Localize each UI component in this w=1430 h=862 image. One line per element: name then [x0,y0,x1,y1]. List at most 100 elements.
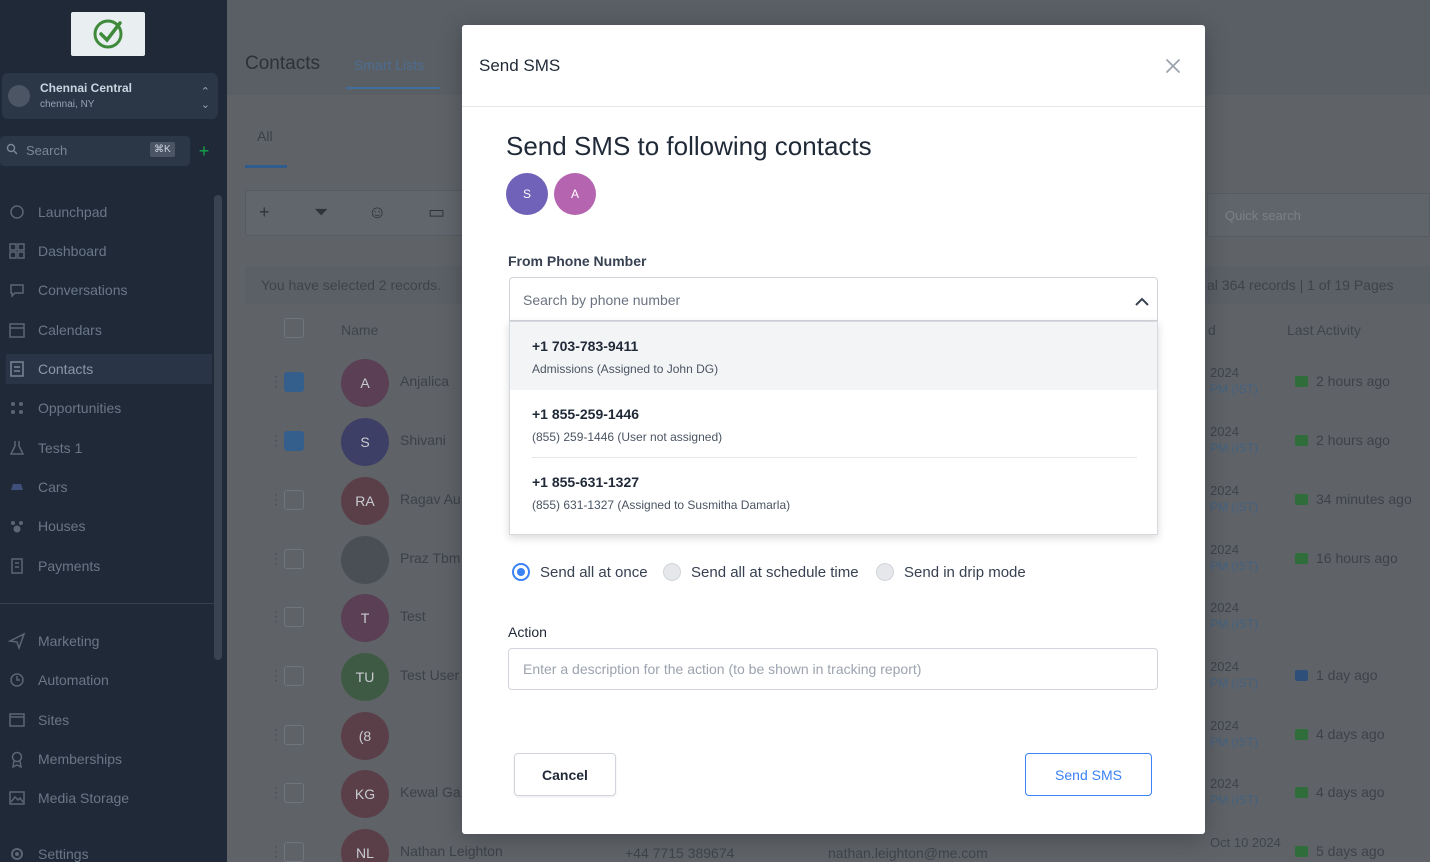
send-mode-drip[interactable]: Send in drip mode [876,563,1026,581]
phone-search-input[interactable] [523,289,1103,311]
sidebar-item-dashboard[interactable]: Dashboard [6,236,212,266]
sidebar-scrollbar[interactable] [214,195,222,660]
recipient-avatar: A [554,173,596,215]
sidebar-item-automation[interactable]: Automation [6,665,212,695]
send-sms-button[interactable]: Send SMS [1025,753,1152,796]
sidebar-item-label: Memberships [38,751,123,767]
filter-icon[interactable]: ⏷ [314,202,328,223]
row-checkbox[interactable] [284,431,304,451]
date-added: 2024 [1210,542,1239,557]
sidebar-item-contacts[interactable]: Contacts [6,354,212,384]
tab-all[interactable]: All [257,128,273,144]
radio-label: Send all at schedule time [691,563,859,581]
sidebar-item-calendars[interactable]: Calendars [6,315,212,345]
drag-handle-icon[interactable]: ⋮ [269,608,283,625]
sidebar-item-label: Opportunities [38,400,122,416]
row-checkbox[interactable] [284,549,304,569]
date-added: 2024 [1210,659,1239,674]
drag-handle-icon[interactable]: ⋮ [269,667,283,684]
sidebar-item-label: Dashboard [38,243,107,259]
time-added: PM (IST) [1210,617,1258,631]
contact-name[interactable]: Test [400,608,426,624]
location-switcher[interactable]: Chennai Central chennai, NY ⌃ ⌄ [2,73,218,119]
modal-title: Send SMS [479,56,561,75]
row-checkbox[interactable] [284,372,304,392]
drag-handle-icon[interactable]: ⋮ [269,784,283,801]
search-shortcut: ⌘K [150,142,175,157]
row-checkbox[interactable] [284,490,304,510]
bot-icon[interactable]: ☺ [368,202,386,223]
row-checkbox[interactable] [284,666,304,686]
send-mode-once[interactable]: Send all at once [512,563,648,581]
time-added: PM (IST) [1210,500,1258,514]
sidebar-search[interactable]: Search ⌘K [0,136,190,166]
date-added: 2024 [1210,776,1239,791]
sidebar-item-cars[interactable]: Cars [6,472,212,502]
action-description-input[interactable] [508,648,1158,690]
drag-handle-icon[interactable]: ⋮ [269,491,283,508]
row-checkbox[interactable] [284,725,304,745]
phone-option[interactable]: +1 703-783-9411 Admissions (Assigned to … [510,322,1157,390]
sidebar-item-memberships[interactable]: Memberships [6,744,212,774]
radio-button[interactable] [512,563,530,581]
sidebar-item-houses[interactable]: Houses [6,511,212,541]
add-icon[interactable]: + [259,202,270,223]
phone-option-number: +1 703-783-9411 [532,338,639,354]
radio-button[interactable] [663,563,681,581]
tab-smart-lists[interactable]: Smart Lists [354,57,424,73]
search-icon [6,143,18,155]
app-logo [71,12,145,56]
last-activity-text: 2 hours ago [1316,373,1390,389]
last-activity-text: 5 days ago [1316,843,1385,859]
sidebar-item-settings[interactable]: Settings [6,839,212,862]
col-header-date[interactable]: d [1208,322,1216,338]
drag-handle-icon[interactable]: ⋮ [269,432,283,449]
drag-handle-icon[interactable]: ⋮ [269,550,283,567]
drag-handle-icon[interactable]: ⋮ [269,726,283,743]
date-added: Oct 10 2024 [1210,835,1281,850]
drag-handle-icon[interactable]: ⋮ [269,373,283,390]
radio-button[interactable] [876,563,894,581]
sidebar-search-placeholder: Search [26,143,68,158]
contact-name[interactable]: Test User [400,667,459,683]
row-checkbox[interactable] [284,607,304,627]
date-added: 2024 [1210,424,1239,439]
col-header-name[interactable]: Name [341,322,378,338]
sidebar-item-payments[interactable]: Payments [6,551,212,581]
row-checkbox[interactable] [284,842,304,862]
contact-name[interactable]: Kewal Ga [400,784,461,800]
sidebar-item-opportunities[interactable]: Opportunities [6,393,212,423]
sidebar-item-label: Payments [38,558,101,574]
quick-add-icon[interactable]: + [193,139,215,163]
row-checkbox[interactable] [284,783,304,803]
message-icon[interactable]: ▭ [428,202,445,223]
phone-option[interactable]: +1 855-631-1327 (855) 631-1327 (Assigned… [510,458,1157,526]
col-header-last-activity[interactable]: Last Activity [1287,322,1361,338]
sidebar-item-sites[interactable]: Sites [6,705,212,735]
sidebar-item-conversations[interactable]: Conversations [6,275,212,305]
contacts-icon [10,361,24,377]
contact-name[interactable]: Praz Tbm [400,550,460,566]
contact-name[interactable]: Nathan Leighton [400,843,503,859]
contact-avatar [341,536,389,584]
chevron-up-icon[interactable] [1134,294,1150,308]
contact-name[interactable]: Ragav Au [400,491,461,507]
close-icon[interactable] [1162,55,1184,77]
location-sub: chennai, NY [40,99,95,110]
send-mode-schedule[interactable]: Send all at schedule time [663,563,859,581]
row-phone: +44 7715 389674 [625,845,735,861]
contact-name[interactable]: Shivani [400,432,446,448]
sidebar-item-media-storage[interactable]: Media Storage [6,783,212,813]
phone-option[interactable]: +1 855-259-1446 (855) 259-1446 (User not… [510,390,1157,458]
sidebar-item-marketing[interactable]: Marketing [6,626,212,656]
sidebar-item-launchpad[interactable]: Launchpad [6,197,212,227]
time-added: PM (IST) [1210,559,1258,573]
drag-handle-icon[interactable]: ⋮ [269,843,283,860]
last-activity: 2 hours ago [1295,432,1390,448]
phone-number-select[interactable] [509,277,1158,321]
select-all-checkbox[interactable] [284,318,304,338]
sidebar-item-tests[interactable]: Tests 1 [6,433,212,463]
cancel-button[interactable]: Cancel [514,753,616,796]
quick-search[interactable]: Quick search [1207,193,1430,237]
contact-name[interactable]: Anjalica [400,373,449,389]
